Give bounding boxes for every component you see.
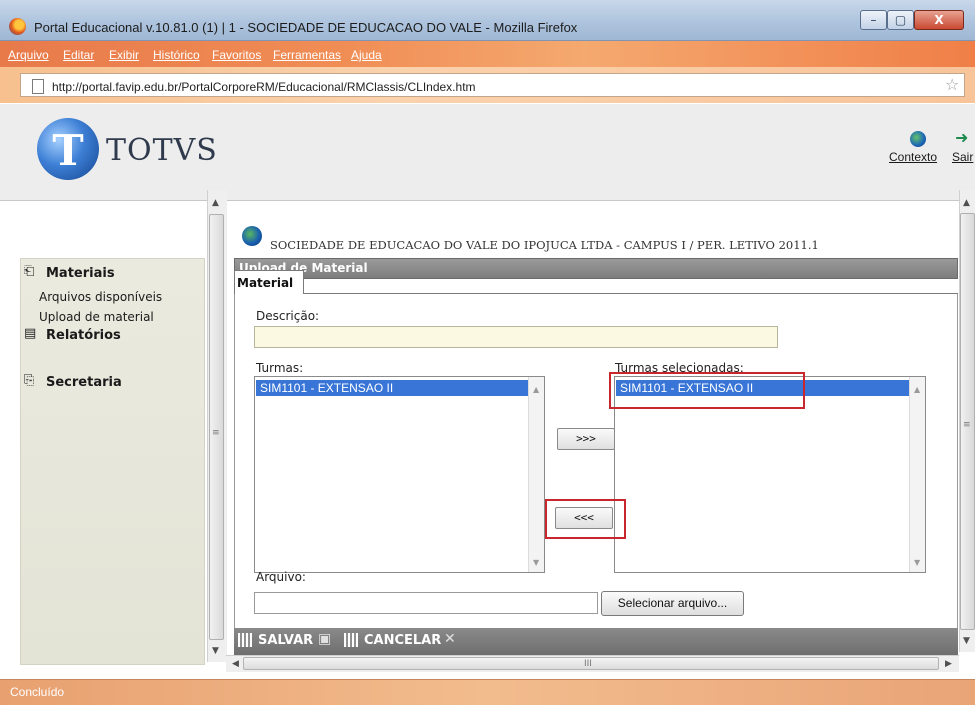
scroll-down-arrow-icon[interactable]: ▼ xyxy=(212,646,219,656)
scroll-down-arrow-icon[interactable]: ▼ xyxy=(914,558,920,567)
close-button[interactable]: X xyxy=(914,10,964,30)
menu-bar xyxy=(0,41,975,67)
scroll-left-arrow-icon[interactable]: ◀ xyxy=(232,659,239,669)
selecionar-arquivo-button[interactable]: Selecionar arquivo... xyxy=(601,591,744,616)
menu-historico[interactable]: Histórico xyxy=(153,48,200,62)
cancelar-button[interactable]: CANCELAR xyxy=(364,633,441,648)
save-icon[interactable]: ▣ xyxy=(318,631,331,647)
sidebar-section-relatorios[interactable]: Relatórios xyxy=(46,328,121,343)
scroll-right-arrow-icon[interactable]: ▶ xyxy=(945,659,952,669)
minimize-button[interactable]: – xyxy=(860,10,887,30)
sair-link[interactable]: Sair xyxy=(952,150,973,164)
globe-icon[interactable] xyxy=(910,131,926,147)
window-title: Portal Educacional v.10.81.0 (1) | 1 - S… xyxy=(34,20,578,35)
contexto-link[interactable]: Contexto xyxy=(889,150,937,164)
scroll-up-arrow-icon[interactable]: ▲ xyxy=(914,385,920,394)
descricao-input[interactable] xyxy=(254,326,778,348)
globe-icon xyxy=(242,226,262,246)
menu-ferramentas[interactable]: Ferramentas xyxy=(273,48,341,62)
turmas-list-scrollbar[interactable] xyxy=(528,377,544,572)
exit-icon[interactable]: ➜ xyxy=(955,128,968,147)
report-icon: ▤ xyxy=(24,326,37,341)
status-text: Concluído xyxy=(10,685,65,699)
firefox-icon xyxy=(9,18,26,35)
menu-editar[interactable]: Editar xyxy=(63,48,94,62)
highlight-remove-button xyxy=(545,499,626,539)
totvs-logo-letter: T xyxy=(52,126,84,175)
action-toolbar xyxy=(234,628,958,655)
tab-divider xyxy=(303,293,958,294)
status-bar xyxy=(0,679,975,705)
menu-favoritos[interactable]: Favoritos xyxy=(212,48,261,62)
grip-icon: III xyxy=(584,659,592,669)
salvar-button[interactable]: SALVAR xyxy=(258,633,313,648)
menu-ajuda[interactable]: Ajuda xyxy=(351,48,382,62)
sidebar-section-secretaria[interactable]: Secretaria xyxy=(46,375,122,390)
scroll-down-arrow-icon[interactable]: ▼ xyxy=(533,558,539,567)
scroll-up-arrow-icon[interactable]: ▲ xyxy=(212,198,219,208)
highlight-selected-turma xyxy=(609,372,805,409)
descricao-label: Descrição: xyxy=(256,309,320,323)
list-item[interactable]: SIM1101 - EXTENSAO II xyxy=(256,380,528,396)
sidebar-scroll-thumb[interactable] xyxy=(209,214,224,640)
arquivo-input[interactable] xyxy=(254,592,598,614)
clipboard-icon: ⎘ xyxy=(24,373,35,388)
bookmark-star-icon[interactable]: ☆ xyxy=(945,75,959,94)
cancel-icon[interactable]: ✕ xyxy=(444,631,456,647)
tab-material-label: Material xyxy=(237,276,294,290)
menu-arquivo[interactable]: Arquivo xyxy=(8,48,49,62)
maximize-button[interactable]: ▢ xyxy=(887,10,914,30)
menu-exibir[interactable]: Exibir xyxy=(109,48,139,62)
scroll-down-arrow-icon[interactable]: ▼ xyxy=(963,636,970,646)
sidebar-item-arquivos-disponiveis[interactable]: Arquivos disponíveis xyxy=(39,290,162,304)
sidebar-item-upload-de-material[interactable]: Upload de material xyxy=(39,310,154,324)
toolbar-grip-icon xyxy=(238,633,252,647)
turmas-label: Turmas: xyxy=(256,361,304,375)
page-icon xyxy=(32,79,44,94)
toolbar-grip-icon xyxy=(344,633,358,647)
totvs-logo-text: TOTVS xyxy=(106,133,218,168)
add-turma-button[interactable]: >>> xyxy=(557,428,615,450)
organization-title: SOCIEDADE DE EDUCACAO DO VALE DO IPOJUCA… xyxy=(270,238,819,252)
sidebar-section-materiais[interactable]: Materiais xyxy=(46,266,115,281)
arquivo-label: Arquivo: xyxy=(256,570,306,584)
selecionadas-list-scrollbar[interactable] xyxy=(909,377,925,572)
scroll-up-arrow-icon[interactable]: ▲ xyxy=(963,198,970,208)
url-text[interactable]: http://portal.favip.edu.br/PortalCorpore… xyxy=(52,80,476,94)
turmas-listbox[interactable]: SIM1101 - EXTENSAO II xyxy=(254,376,545,573)
grip-icon: ≡ xyxy=(212,428,220,438)
briefcase-icon: ⎗ xyxy=(24,264,35,279)
grip-icon: ≡ xyxy=(963,420,971,430)
scroll-up-arrow-icon[interactable]: ▲ xyxy=(533,385,539,394)
